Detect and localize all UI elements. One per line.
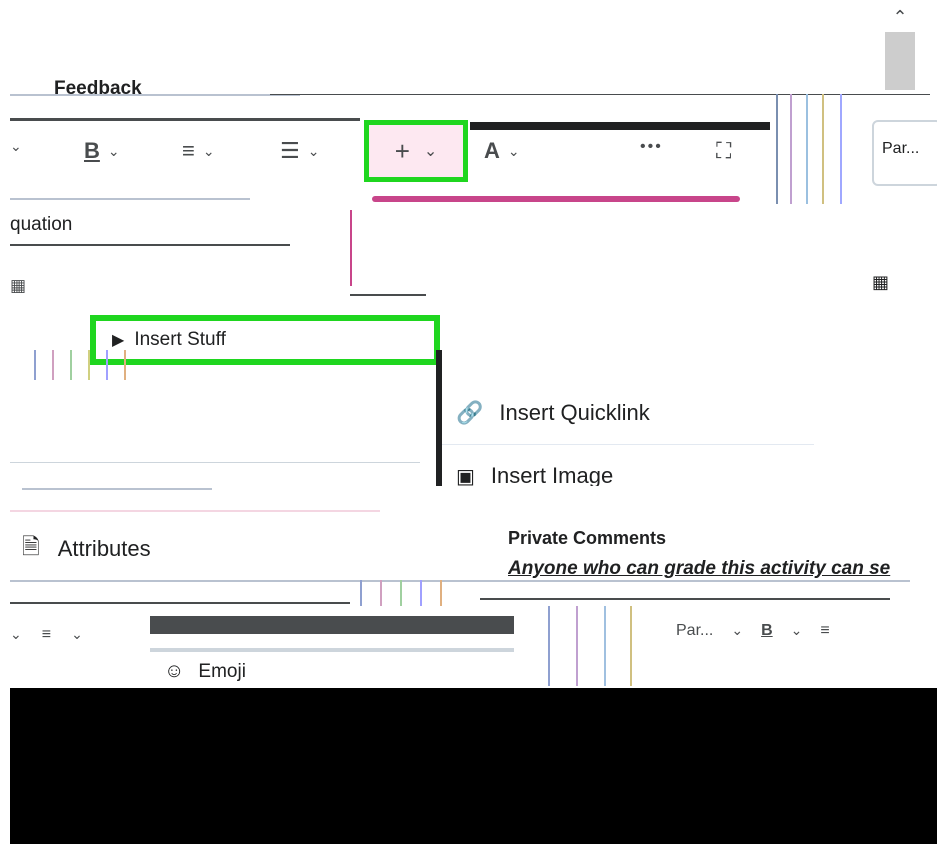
divider xyxy=(480,598,890,600)
list-button[interactable]: ☰ ⌄ xyxy=(280,138,319,164)
bold-icon[interactable]: B xyxy=(761,622,773,640)
artifact xyxy=(360,580,362,606)
align-left-icon[interactable]: ≡ xyxy=(42,626,51,644)
submenu-divider xyxy=(442,444,814,445)
table-icon: ▦ xyxy=(872,272,890,292)
equation-item[interactable]: quation xyxy=(10,214,72,236)
bold-icon: B xyxy=(84,138,100,163)
attributes-item[interactable]: 🗎 Attributes xyxy=(22,530,151,568)
chevron-down-icon[interactable]: ⌄ xyxy=(791,622,803,640)
artifact xyxy=(10,198,250,200)
artifact xyxy=(106,350,108,380)
artifact xyxy=(576,606,578,686)
chevron-down-icon: ⌄ xyxy=(10,138,22,154)
chevron-down-icon: ⌄ xyxy=(423,143,438,160)
plus-icon: + xyxy=(394,135,410,166)
artifact xyxy=(604,606,606,686)
insert-menu-button[interactable]: + ⌄ xyxy=(364,120,468,182)
blank-region xyxy=(10,688,937,844)
artifact xyxy=(88,350,90,380)
scrollbar-thumb[interactable] xyxy=(885,32,915,90)
grid-icon: ▦ xyxy=(10,276,28,295)
divider xyxy=(10,602,350,604)
insert-stuff-label: Insert Stuff xyxy=(134,329,226,350)
artifact xyxy=(10,510,380,512)
artifact xyxy=(630,606,632,686)
align-left-icon[interactable]: ≡ xyxy=(820,622,829,640)
emoji-icon: ☺ xyxy=(164,660,185,682)
play-icon: ▶ xyxy=(112,332,125,349)
insert-stuff-menu-item[interactable]: ▶ Insert Stuff xyxy=(90,315,440,365)
paragraph-format-value: Par... xyxy=(882,140,920,157)
artifact xyxy=(776,94,778,204)
artifact xyxy=(440,580,442,606)
chevron-down-icon: ⌄ xyxy=(507,142,520,159)
private-comments-description: Anyone who can grade this activity can s… xyxy=(508,558,891,579)
attributes-icon: 🗎 xyxy=(22,534,40,559)
chevron-down-icon: ⌄ xyxy=(202,142,215,159)
bold-button[interactable]: B ⌄ xyxy=(84,138,120,164)
expand-icon: ⛶ xyxy=(716,138,732,163)
private-comments-heading: Private Comments xyxy=(508,528,667,548)
toolbar-overflow-chevron[interactable]: ⌄ xyxy=(10,138,22,155)
artifact xyxy=(548,606,550,686)
attributes-label: Attributes xyxy=(57,536,151,561)
image-icon: ▣ xyxy=(456,466,475,486)
artifact xyxy=(822,94,824,204)
dropdown-side-border xyxy=(350,210,352,286)
divider xyxy=(10,462,420,463)
artifact xyxy=(420,580,422,606)
artifact xyxy=(400,580,402,606)
artifact xyxy=(790,94,792,204)
lower-format-toolbar: Par... ⌄ B ⌄ ≡ xyxy=(676,622,830,640)
artifact xyxy=(70,350,72,380)
artifact xyxy=(52,350,54,380)
chevron-down-icon[interactable]: ⌄ xyxy=(10,626,22,644)
insert-image-item[interactable]: ▣ Insert Image xyxy=(456,466,613,486)
link-icon: 🔗 xyxy=(456,400,484,425)
artifact xyxy=(34,350,36,380)
insert-quicklink-label: Insert Quicklink xyxy=(499,400,650,425)
paragraph-format-select[interactable]: Par... xyxy=(676,622,713,640)
bullet-list-icon: ☰ xyxy=(280,138,300,163)
artifact-text: ▦ xyxy=(10,276,27,296)
emoji-menu-item[interactable]: ☺ Emoji xyxy=(164,660,246,683)
artifact xyxy=(150,616,514,634)
divider xyxy=(10,244,290,246)
artifact xyxy=(806,94,808,204)
lower-toolbar: ⌄ ≡ ⌄ xyxy=(10,626,83,644)
chevron-down-icon: ⌄ xyxy=(307,142,320,159)
more-options-button[interactable]: ••• xyxy=(640,138,663,156)
chevron-down-icon[interactable]: ⌄ xyxy=(731,622,743,640)
artifact xyxy=(124,350,126,380)
paragraph-format-select[interactable]: Par... xyxy=(872,120,937,186)
toolbar-top-border xyxy=(470,122,770,130)
toolbar-top-border xyxy=(10,118,360,121)
scroll-up-button[interactable]: ⌃ xyxy=(885,4,915,30)
artifact xyxy=(22,488,212,490)
align-button[interactable]: ≡ ⌄ xyxy=(182,138,215,164)
fullscreen-button[interactable]: ⛶ xyxy=(716,138,731,164)
divider xyxy=(270,94,930,95)
emoji-label: Emoji xyxy=(198,660,246,682)
dropdown-top-border xyxy=(372,196,740,202)
artifact xyxy=(10,580,910,582)
insert-quicklink-item[interactable]: 🔗 Insert Quicklink xyxy=(456,400,650,426)
insert-image-label: Insert Image xyxy=(490,466,614,486)
divider xyxy=(10,94,300,96)
align-left-icon: ≡ xyxy=(182,138,195,163)
artifact xyxy=(840,94,842,204)
divider xyxy=(350,294,426,296)
chevron-down-icon[interactable]: ⌄ xyxy=(71,626,83,644)
chevron-down-icon: ⌄ xyxy=(107,142,120,159)
font-button[interactable]: A ⌄ xyxy=(484,138,520,164)
feedback-heading: Feedback xyxy=(54,78,142,94)
chevron-up-icon: ⌃ xyxy=(892,6,908,27)
more-icon: ••• xyxy=(640,138,663,155)
font-icon: A xyxy=(484,138,500,163)
artifact xyxy=(150,648,514,652)
artifact xyxy=(380,580,382,606)
